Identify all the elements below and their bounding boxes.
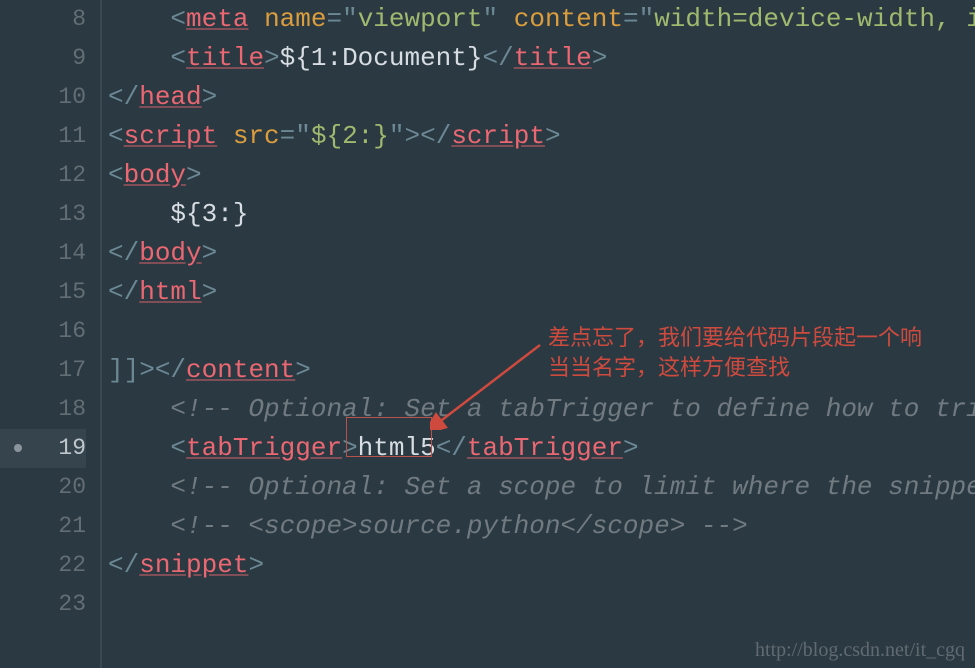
line-number: 14 — [0, 234, 86, 273]
watermark-text: http://blog.csdn.net/it_cgq — [755, 639, 965, 662]
code-line[interactable]: <meta name="viewport" content="width=dev… — [102, 0, 975, 39]
modified-dot-icon — [14, 444, 22, 452]
line-number: 15 — [0, 273, 86, 312]
line-gutter: 891011121314151617181920212223 — [0, 0, 100, 668]
line-number: 12 — [0, 156, 86, 195]
line-number: 20 — [0, 468, 86, 507]
code-line[interactable]: <!-- Optional: Set a tabTrigger to defin… — [102, 390, 975, 429]
code-line[interactable]: <!-- Optional: Set a scope to limit wher… — [102, 468, 975, 507]
code-line[interactable] — [102, 585, 975, 624]
code-line[interactable]: </html> — [102, 273, 975, 312]
code-line[interactable]: <script src="${2:}"></script> — [102, 117, 975, 156]
line-number: 21 — [0, 507, 86, 546]
code-line[interactable]: <body> — [102, 156, 975, 195]
code-line[interactable]: ${3:} — [102, 195, 975, 234]
line-number: 13 — [0, 195, 86, 234]
code-line[interactable]: <!-- <scope>source.python</scope> --> — [102, 507, 975, 546]
line-number: 10 — [0, 78, 86, 117]
annotation-line: 当当名字，这样方便查找 — [548, 353, 922, 383]
annotation-line: 差点忘了，我们要给代码片段起一个响 — [548, 323, 922, 353]
annotation-text: 差点忘了，我们要给代码片段起一个响 当当名字，这样方便查找 — [548, 323, 922, 383]
code-line[interactable]: </head> — [102, 78, 975, 117]
line-number: 23 — [0, 585, 86, 624]
line-number: 16 — [0, 312, 86, 351]
line-number: 22 — [0, 546, 86, 585]
code-line[interactable]: <title>${1:Document}</title> — [102, 39, 975, 78]
line-number: 19 — [0, 429, 86, 468]
code-line[interactable]: </body> — [102, 234, 975, 273]
code-line[interactable]: </snippet> — [102, 546, 975, 585]
line-number: 17 — [0, 351, 86, 390]
line-number: 11 — [0, 117, 86, 156]
code-line[interactable]: <tabTrigger>html5</tabTrigger> — [102, 429, 975, 468]
line-number: 8 — [0, 0, 86, 39]
line-number: 9 — [0, 39, 86, 78]
line-number: 18 — [0, 390, 86, 429]
